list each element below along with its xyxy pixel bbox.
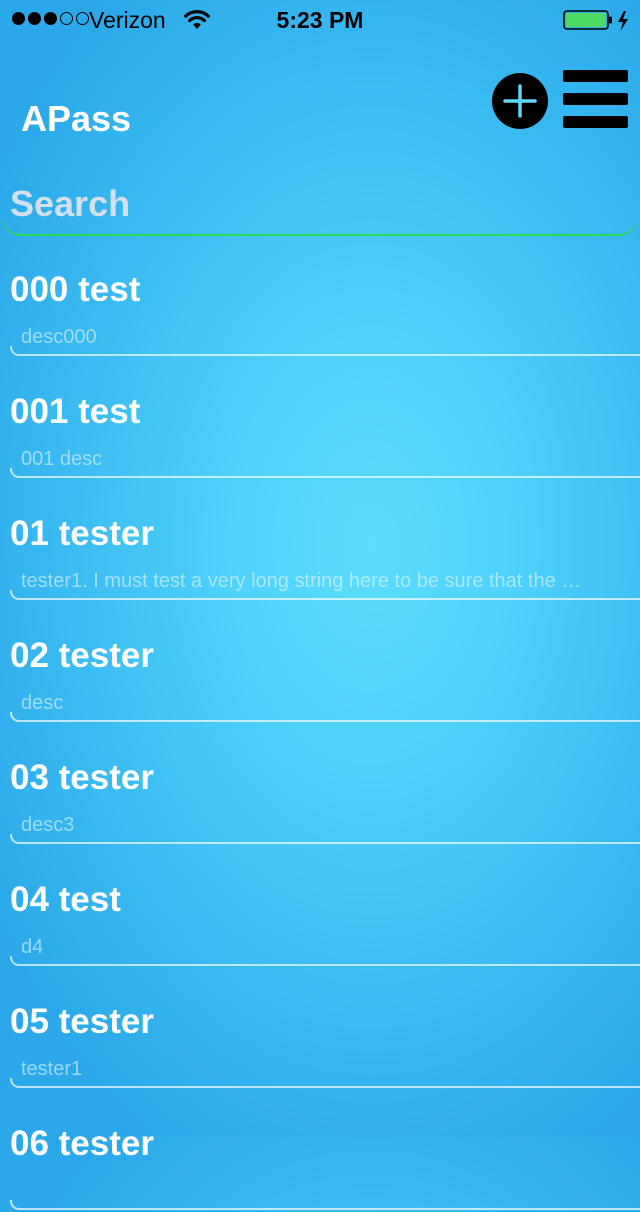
- battery-charging-icon: [563, 10, 633, 38]
- list-item[interactable]: 02 tester desc: [0, 602, 640, 724]
- menu-button[interactable]: [563, 70, 628, 128]
- item-title: 001 test: [10, 392, 141, 431]
- list-item[interactable]: 03 tester desc3: [0, 724, 640, 846]
- list-item[interactable]: 000 test desc000: [0, 236, 640, 358]
- search-bar: [0, 172, 640, 236]
- item-divider: [10, 1078, 640, 1088]
- app-title: APass: [21, 98, 132, 139]
- status-bar: Verizon 5:23 PM: [0, 0, 640, 40]
- item-title: 04 test: [10, 880, 121, 919]
- plus-circle-icon: [503, 84, 537, 118]
- item-divider: [10, 956, 640, 966]
- add-button[interactable]: [492, 73, 548, 129]
- item-divider: [10, 1200, 640, 1210]
- item-divider: [10, 346, 640, 356]
- hamburger-menu-icon: [563, 70, 628, 128]
- item-title: 03 tester: [10, 758, 154, 797]
- list-item[interactable]: 001 test 001 desc: [0, 358, 640, 480]
- item-divider: [10, 712, 640, 722]
- password-list: 000 test desc000 001 test 001 desc 01 te…: [0, 236, 640, 1212]
- item-title: 06 tester: [10, 1124, 154, 1163]
- item-divider: [10, 590, 640, 600]
- item-title: 01 tester: [10, 514, 154, 553]
- list-item[interactable]: 01 tester tester1. I must test a very lo…: [0, 480, 640, 602]
- status-clock: 5:23 PM: [276, 7, 364, 33]
- item-title: 02 tester: [10, 636, 154, 675]
- item-divider: [10, 834, 640, 844]
- search-input[interactable]: [10, 178, 620, 230]
- item-title: 000 test: [10, 270, 141, 309]
- item-divider: [10, 468, 640, 478]
- item-title: 05 tester: [10, 1002, 154, 1041]
- list-item[interactable]: 05 tester tester1: [0, 968, 640, 1090]
- list-item[interactable]: 04 test d4: [0, 846, 640, 968]
- list-item[interactable]: 06 tester: [0, 1090, 640, 1212]
